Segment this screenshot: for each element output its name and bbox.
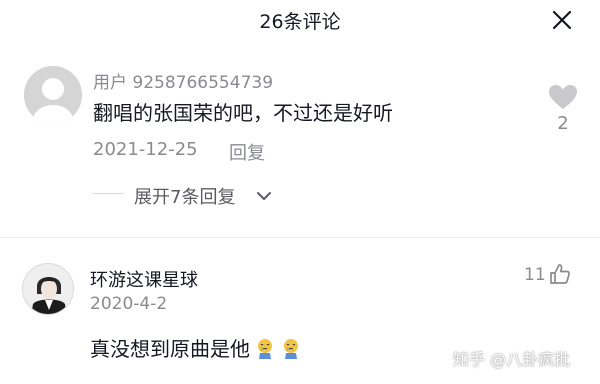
default-avatar-icon	[24, 66, 82, 124]
watermark: 知乎 @八卦疯批	[453, 350, 571, 369]
comments-header: 26条评论	[0, 0, 600, 40]
comment-username[interactable]: 环游这课星球	[90, 266, 198, 292]
expand-replies-button[interactable]: 展开7条回复	[134, 183, 235, 209]
crying-emoji-icon	[284, 339, 298, 359]
comments-count-title: 26条评论	[259, 11, 341, 33]
comment-username[interactable]: 用户 9258766554739	[93, 68, 273, 93]
thumbs-up-icon[interactable]	[549, 263, 571, 285]
reply-button[interactable]: 回复	[229, 139, 265, 165]
comment-date: 2021-12-25	[93, 139, 198, 160]
replies-divider-line	[93, 193, 123, 194]
crying-emoji-icon	[258, 339, 272, 359]
comment-date: 2020-4-2	[90, 294, 168, 314]
heart-icon[interactable]	[548, 84, 578, 110]
comment-text: 真没想到原曲是他	[90, 333, 302, 362]
comment-text-content: 真没想到原曲是他	[90, 337, 250, 361]
comment-text: 翻唱的张国荣的吧，不过还是好听	[93, 101, 393, 125]
like-count: 11	[524, 265, 546, 285]
avatar[interactable]	[22, 263, 74, 315]
chevron-down-icon[interactable]	[256, 190, 272, 202]
user-photo-icon	[23, 264, 73, 314]
comment-divider	[0, 237, 600, 238]
like-count: 2	[557, 113, 569, 134]
avatar[interactable]	[24, 66, 82, 124]
close-icon[interactable]	[550, 8, 574, 32]
